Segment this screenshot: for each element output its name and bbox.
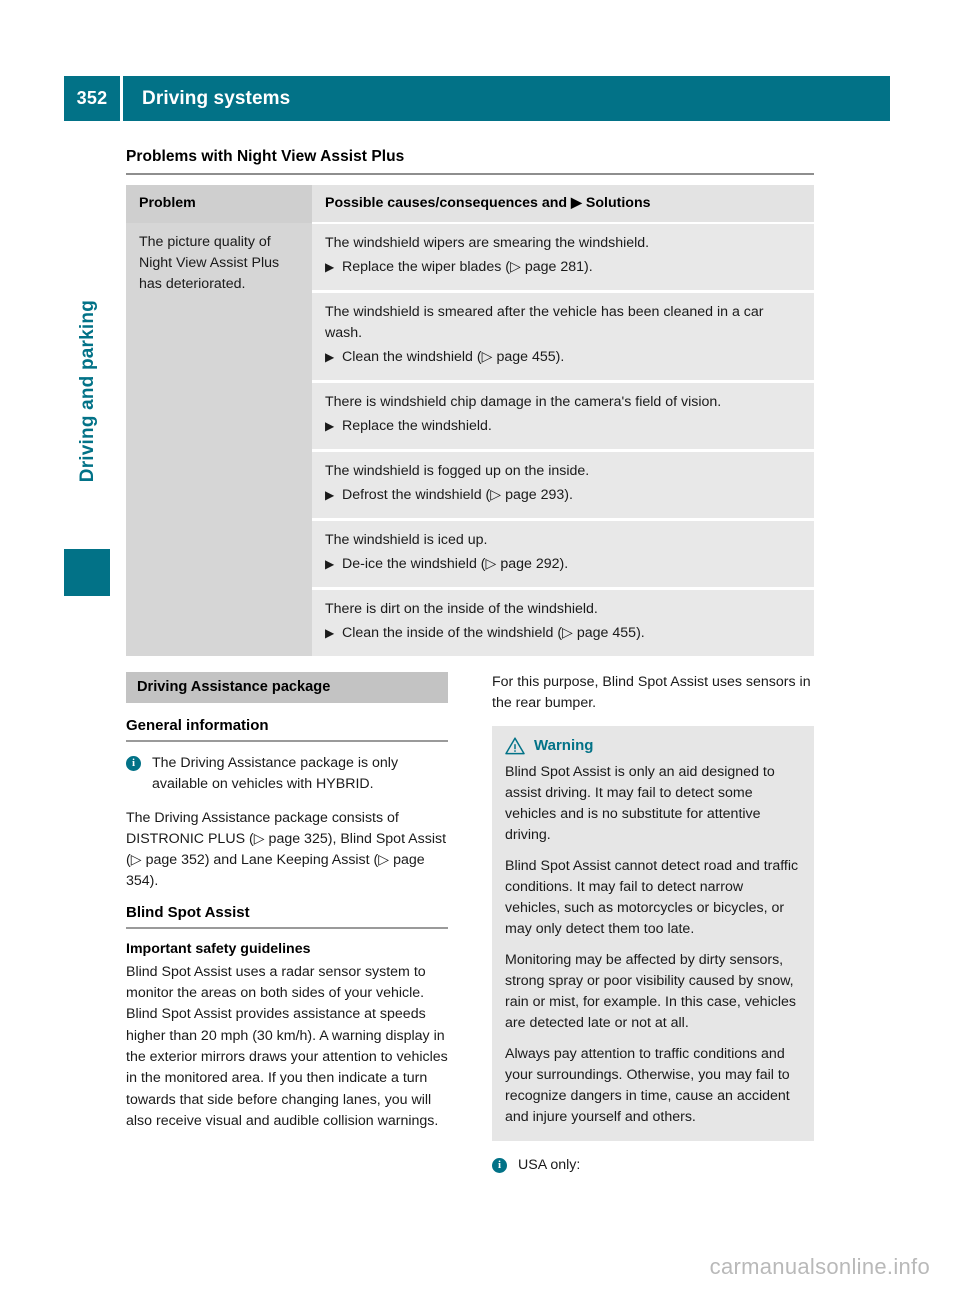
solution-text: Replace the windshield. — [342, 418, 492, 435]
solution-item: ▶ Defrost the windshield (▷ page 293). — [325, 485, 801, 506]
usa-only-text: USA only: — [518, 1156, 581, 1173]
general-information-rule — [126, 740, 448, 742]
two-column-section: Driving Assistance package General infor… — [126, 672, 814, 1188]
chapter-marker-block — [64, 549, 110, 596]
column-header-problem: Problem — [126, 185, 312, 223]
section-title: Problems with Night View Assist Plus — [126, 148, 405, 165]
page-number: 352 — [64, 76, 120, 121]
cause-text: The windshield is smeared after the vehi… — [325, 304, 764, 342]
section-rule — [126, 173, 814, 175]
cause-text: There is windshield chip damage in the c… — [325, 394, 722, 411]
blind-spot-assist-heading: Blind Spot Assist — [126, 903, 250, 921]
warning-paragraph: Always pay attention to traffic conditio… — [505, 1045, 790, 1125]
solution-bullet-icon: ▶ — [325, 626, 335, 641]
solution-text: De-ice the windshield (▷ page 292). — [342, 556, 569, 573]
solution-item: ▶ Replace the wiper blades (▷ page 281). — [325, 257, 801, 278]
general-paragraph: The Driving Assistance package consists … — [126, 809, 447, 890]
solution-item: ▶ Clean the inside of the windshield (▷ … — [325, 623, 801, 644]
info-circle-icon: i — [492, 1157, 507, 1173]
problems-table: Problem Possible causes/consequences and… — [126, 185, 814, 657]
warning-paragraph: Monitoring may be affected by dirty sens… — [505, 951, 796, 1031]
solution-text: Replace the wiper blades (▷ page 281). — [342, 259, 593, 276]
info-note: i The Driving Assistance package is only… — [126, 753, 448, 796]
general-information-heading: General information — [126, 717, 269, 734]
info-circle-icon: i — [126, 756, 141, 771]
solution-text: Clean the inside of the windshield (▷ pa… — [342, 625, 645, 642]
cause-text: The windshield is fogged up on the insid… — [325, 463, 590, 480]
column-header-causes: Possible causes/consequences and ▶ Solut… — [312, 185, 814, 223]
page-title: Driving systems — [123, 76, 890, 121]
solution-bullet-icon: ▶ — [325, 488, 335, 503]
warning-triangle-icon — [505, 737, 525, 754]
safety-paragraph: Blind Spot Assist uses a radar sensor sy… — [126, 963, 448, 1129]
solution-item: ▶ De-ice the windshield (▷ page 292). — [325, 554, 801, 575]
cause-solution-cell: The windshield is smeared after the vehi… — [312, 290, 814, 382]
cause-solution-cell: The windshield is iced up. ▶ De-ice the … — [312, 518, 814, 589]
table-row: The picture quality of Night View Assist… — [126, 222, 814, 657]
warning-header: Warning — [505, 737, 801, 755]
solution-bullet-icon: ▶ — [325, 419, 335, 434]
chapter-side-tab: Driving and parking — [64, 300, 112, 600]
solution-text: Defrost the windshield (▷ page 293). — [342, 487, 573, 504]
info-note-text: The Driving Assistance package is only a… — [152, 755, 399, 793]
page-header: 352 Driving systems — [64, 76, 890, 121]
warning-paragraph: Blind Spot Assist is only an aid designe… — [505, 763, 775, 843]
safety-guidelines-heading: Important safety guidelines — [126, 940, 311, 957]
warning-box: Warning Blind Spot Assist is only an aid… — [492, 725, 814, 1141]
solution-bullet-icon: ▶ — [325, 260, 335, 275]
warning-label: Warning — [534, 737, 594, 755]
warning-paragraph: Blind Spot Assist cannot detect road and… — [505, 857, 799, 937]
chapter-label-wrapper: Driving and parking — [64, 300, 112, 548]
cause-solution-cell: There is windshield chip damage in the c… — [312, 380, 814, 451]
solution-bullet-icon: ▶ — [325, 557, 335, 572]
usa-only-note: i USA only: — [492, 1155, 814, 1176]
main-content: Problems with Night View Assist Plus Pro… — [126, 148, 814, 657]
cause-text: The windshield is iced up. — [325, 532, 488, 549]
problem-description: The picture quality of Night View Assist… — [126, 223, 312, 657]
cause-solution-cell: The windshield wipers are smearing the w… — [312, 222, 814, 292]
solution-text: Clean the windshield (▷ page 455). — [342, 349, 565, 366]
right-column: For this purpose, Blind Spot Assist uses… — [492, 672, 814, 1188]
problems-table-body: The picture quality of Night View Assist… — [126, 222, 814, 657]
solution-bullet-icon: ▶ — [325, 350, 335, 365]
left-column: Driving Assistance package General infor… — [126, 672, 448, 1188]
cause-text: The windshield wipers are smearing the w… — [325, 235, 650, 251]
package-heading-bar: Driving Assistance package — [126, 672, 448, 703]
blind-spot-assist-rule — [126, 926, 448, 929]
chapter-label: Driving and parking — [77, 300, 98, 483]
intro-paragraph: For this purpose, Blind Spot Assist uses… — [492, 674, 811, 712]
cause-solution-cell: There is dirt on the inside of the winds… — [312, 587, 814, 657]
solution-item: ▶ Replace the windshield. — [325, 416, 801, 437]
cause-text: There is dirt on the inside of the winds… — [325, 601, 598, 618]
cause-solution-cell: The windshield is fogged up on the insid… — [312, 449, 814, 520]
solution-item: ▶ Clean the windshield (▷ page 455). — [325, 347, 801, 368]
table-header-row: Problem Possible causes/consequences and… — [126, 185, 814, 223]
watermark: carmanualsonline.info — [709, 1254, 930, 1279]
